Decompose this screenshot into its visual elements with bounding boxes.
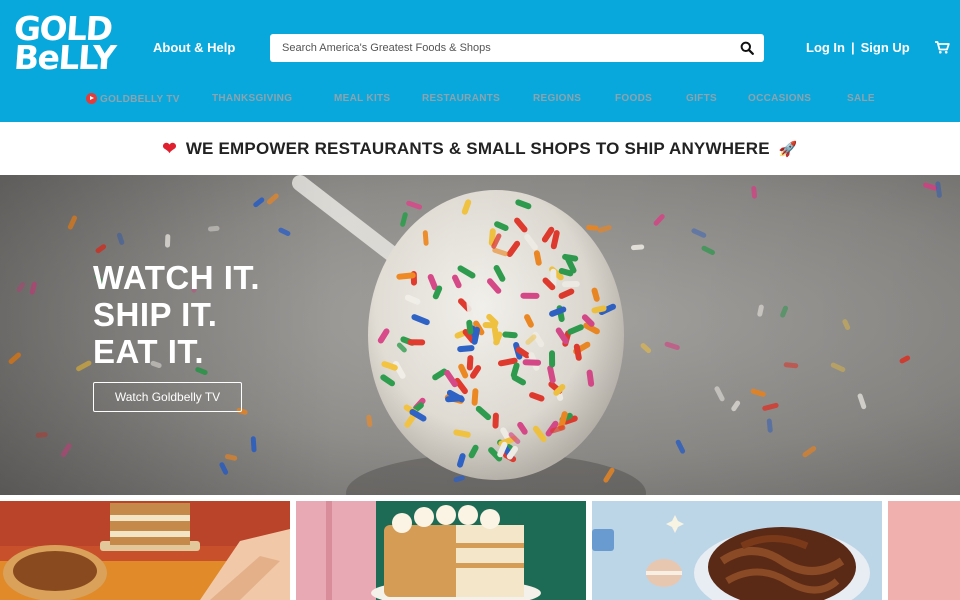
nav-item-label: FOODS [615, 93, 653, 104]
search-bar [270, 34, 764, 62]
mission-banner: ❤ WE EMPOWER RESTAURANTS & SMALL SHOPS T… [0, 122, 960, 175]
nav-item-thanksgiving[interactable]: THANKSGIVING [212, 93, 292, 104]
nav-item-regions[interactable]: REGIONS [533, 93, 581, 104]
hero-line-3: EAT IT. [93, 333, 205, 370]
nav-item-label: MEAL KITS [334, 93, 391, 104]
banner-text-row: ❤ WE EMPOWER RESTAURANTS & SMALL SHOPS T… [0, 139, 960, 159]
hero-headline: WATCH IT. SHIP IT. EAT IT. [93, 259, 260, 370]
search-icon[interactable] [740, 41, 754, 55]
nav-item-label: RESTAURANTS [422, 93, 501, 104]
signup-link[interactable]: Sign Up [861, 40, 910, 55]
rocket-icon: 🚀 [778, 141, 798, 158]
nav-item-sale[interactable]: SALE [847, 93, 875, 104]
cart-icon[interactable] [934, 40, 950, 54]
nav-item-label: GIFTS [686, 93, 717, 104]
search-input[interactable] [282, 34, 722, 62]
login-link[interactable]: Log In [806, 40, 845, 55]
nav-item-occasions[interactable]: OCCASIONS [748, 93, 811, 104]
logo-line-2: BeLLY [12, 38, 117, 77]
hero-banner: WATCH IT. SHIP IT. EAT IT. Watch Goldbel… [0, 175, 960, 495]
babka-image [592, 501, 882, 600]
nav-item-goldbelly-tv[interactable]: GOLDBELLY TV [86, 93, 180, 105]
banner-text: WE EMPOWER RESTAURANTS & SMALL SHOPS TO … [185, 139, 770, 158]
product-tile-pies[interactable] [0, 501, 290, 600]
nav-item-label: THANKSGIVING [212, 93, 293, 104]
nav-item-label: GOLDBELLY TV [100, 94, 180, 105]
featured-tiles [0, 501, 960, 600]
hero-line-2: SHIP IT. [93, 296, 218, 333]
play-icon [86, 93, 97, 104]
nav-item-label: REGIONS [533, 93, 582, 104]
product-tile-cake[interactable] [296, 501, 586, 600]
layer-cake-image [296, 501, 586, 600]
about-help-link[interactable]: About & Help [153, 40, 235, 55]
watch-goldbelly-tv-button[interactable]: Watch Goldbelly TV [93, 382, 242, 412]
pie-cake-image [0, 501, 290, 600]
goldbelly-logo[interactable]: GOLD BeLLY [12, 9, 117, 80]
account-separator: | [851, 40, 855, 55]
nav-item-foods[interactable]: FOODS [615, 93, 652, 104]
account-links: Log In | Sign Up [806, 40, 910, 55]
nav-item-label: SALE [847, 93, 875, 104]
partial-tile-image [888, 501, 960, 600]
site-header: GOLD BeLLY About & Help Log In | Sign Up G… [0, 0, 960, 122]
nav-item-restaurants[interactable]: RESTAURANTS [422, 93, 500, 104]
hero-line-1: WATCH IT. [93, 259, 261, 296]
heart-icon: ❤ [162, 139, 177, 158]
category-nav: GOLDBELLY TV THANKSGIVING MEAL KITS REST… [0, 93, 960, 111]
product-tile-partial[interactable] [888, 501, 960, 600]
nav-item-label: OCCASIONS [748, 93, 812, 104]
nav-item-gifts[interactable]: GIFTS [686, 93, 717, 104]
nav-item-meal-kits[interactable]: MEAL KITS [334, 93, 390, 104]
product-tile-babka[interactable] [592, 501, 882, 600]
